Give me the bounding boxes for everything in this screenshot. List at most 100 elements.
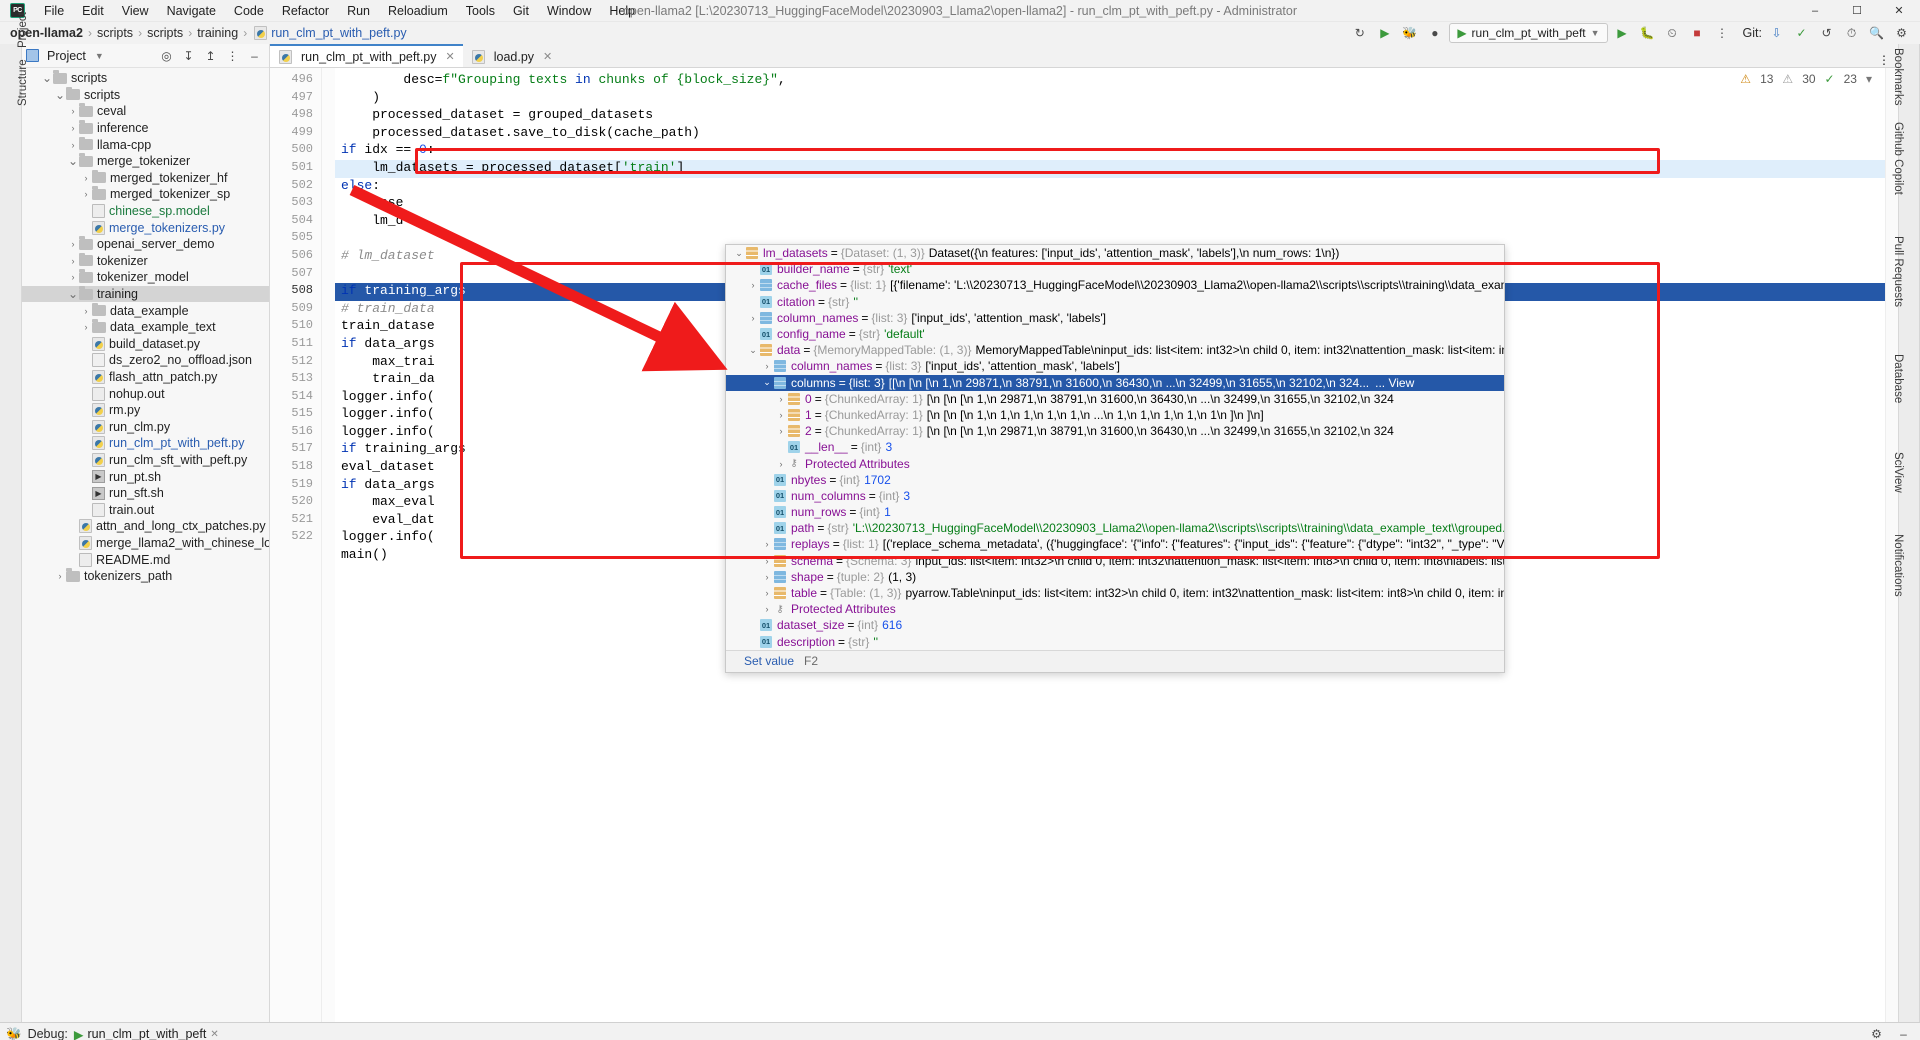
menu-reloadium[interactable]: Reloadium bbox=[379, 2, 457, 20]
code-line[interactable]: asse bbox=[335, 195, 1898, 213]
tree-item[interactable]: ⌄ training bbox=[22, 285, 269, 303]
rail-project-label[interactable]: Project bbox=[17, 12, 29, 48]
variable-row[interactable]: ⌄ data = {MemoryMappedTable: (1, 3)} MemoryM… bbox=[726, 342, 1504, 358]
menu-edit[interactable]: Edit bbox=[73, 2, 113, 20]
locate-file-icon[interactable]: ◎ bbox=[156, 46, 177, 66]
debug-config[interactable]: ▶ run_clm_pt_with_peft ✕ bbox=[74, 1027, 219, 1040]
variable-row[interactable]: 01 citation = {str} '' bbox=[726, 294, 1504, 310]
fold-marker[interactable] bbox=[322, 441, 335, 459]
menu-tools[interactable]: Tools bbox=[457, 2, 504, 20]
profile-button[interactable]: ⏲ bbox=[1662, 23, 1683, 43]
variable-row[interactable]: 01 nbytes = {int} 1702 bbox=[726, 472, 1504, 488]
fold-marker[interactable] bbox=[322, 178, 335, 196]
code-line[interactable]: if idx == 0: bbox=[335, 142, 1898, 160]
fold-marker[interactable] bbox=[322, 336, 335, 354]
tree-item[interactable]: run_clm_sft_with_peft.py bbox=[22, 452, 269, 469]
rail-pullrequests-label[interactable]: Pull Requests bbox=[1892, 236, 1904, 307]
code-folding-column[interactable] bbox=[322, 68, 335, 1022]
tree-item[interactable]: train.out bbox=[22, 501, 269, 518]
git-update-icon[interactable]: ⇩ bbox=[1766, 23, 1787, 43]
menu-navigate[interactable]: Navigate bbox=[158, 2, 225, 20]
variable-row[interactable]: › replays = {list: 1} [('replace_schema_meta… bbox=[726, 536, 1505, 552]
chevron-right-icon[interactable]: › bbox=[746, 313, 760, 323]
hide-panel-icon[interactable]: – bbox=[244, 46, 265, 66]
chevron-down-icon[interactable]: ⌄ bbox=[760, 377, 774, 388]
fold-marker[interactable] bbox=[322, 283, 335, 301]
chevron-right-icon[interactable]: › bbox=[80, 189, 92, 199]
chevron-right-icon[interactable]: › bbox=[67, 106, 79, 116]
tab-run-clm-pt-with-peft[interactable]: run_clm_pt_with_peft.py ✕ bbox=[270, 44, 463, 67]
debug-button[interactable]: 🐛 bbox=[1637, 23, 1658, 43]
tree-item[interactable]: ▶ run_pt.sh bbox=[22, 468, 269, 485]
close-button[interactable]: ✕ bbox=[1878, 0, 1920, 22]
tree-item[interactable]: merge_llama2_with_chinese_lora_low bbox=[22, 535, 269, 552]
fold-marker[interactable] bbox=[322, 213, 335, 231]
chevron-right-icon[interactable]: › bbox=[67, 272, 79, 282]
tree-item[interactable]: merge_tokenizers.py bbox=[22, 219, 269, 236]
tree-item[interactable]: › tokenizer bbox=[22, 252, 269, 270]
stop-button[interactable]: ■ bbox=[1687, 23, 1708, 43]
code-line[interactable]: lm_d bbox=[335, 213, 1898, 231]
rail-database-label[interactable]: Database bbox=[1892, 354, 1904, 403]
rail-notifications-label[interactable]: Notifications bbox=[1892, 534, 1904, 597]
project-tool-window[interactable]: Project ▼ ◎ ↧ ↥ ⋮ – ⌄ scripts ⌄ scripts › cev… bbox=[22, 44, 270, 1022]
left-tool-rail[interactable]: Project Structure bbox=[0, 12, 29, 1022]
code-line[interactable]: ) bbox=[335, 90, 1898, 108]
menu-refactor[interactable]: Refactor bbox=[273, 2, 338, 20]
tab-load-py[interactable]: load.py ✕ bbox=[463, 44, 561, 67]
tree-item[interactable]: › llama-cpp bbox=[22, 136, 269, 153]
chevron-right-icon[interactable]: › bbox=[80, 306, 92, 316]
close-icon[interactable]: ✕ bbox=[210, 1029, 218, 1040]
tree-item[interactable]: run_clm.py bbox=[22, 418, 269, 435]
breadcrumb-scripts-1[interactable]: scripts bbox=[97, 26, 133, 40]
hide-panel-icon[interactable]: – bbox=[1893, 1024, 1914, 1040]
variable-row[interactable]: 01 builder_name = {str}'text' bbox=[726, 261, 1504, 277]
variable-row[interactable]: › column_names = {list: 3} ['input_ids', 'at… bbox=[726, 310, 1504, 326]
tree-item[interactable]: ▶ run_sft.sh bbox=[22, 485, 269, 502]
fold-marker[interactable] bbox=[322, 547, 335, 565]
tree-item[interactable]: › merged_tokenizer_hf bbox=[22, 169, 269, 187]
variable-row[interactable]: ⌄ columns = {list: 3} [[\n [\n [\n 1,\n 2987… bbox=[726, 374, 1504, 391]
coverage-icon[interactable]: ● bbox=[1424, 23, 1445, 43]
variable-row[interactable]: ⌄ lm_datasets = {Dataset: (1, 3)} Dataset({\… bbox=[726, 245, 1504, 261]
set-value-bar[interactable]: Set value F2 bbox=[726, 649, 1504, 672]
settings-gear-icon[interactable]: ⚙ bbox=[1866, 1024, 1887, 1040]
chevron-right-icon[interactable]: › bbox=[67, 123, 79, 133]
tree-item[interactable]: › openai_server_demo bbox=[22, 236, 269, 253]
right-tool-rail[interactable]: Bookmarks Github Copilot Pull Requests D… bbox=[1892, 44, 1920, 1022]
debug-icon[interactable]: 🐝 bbox=[1399, 23, 1420, 43]
tree-item[interactable]: nohup.out bbox=[22, 385, 269, 402]
breadcrumb-file[interactable]: run_clm_pt_with_peft.py bbox=[271, 26, 407, 40]
tree-item[interactable]: README.md bbox=[22, 551, 269, 568]
tree-item[interactable]: › tokenizer_model bbox=[22, 269, 269, 286]
menu-run[interactable]: Run bbox=[338, 2, 379, 20]
variable-row[interactable]: › shape = {tuple: 2} (1, 3) bbox=[726, 569, 1504, 585]
run-button[interactable]: ▶ bbox=[1612, 23, 1633, 43]
maximize-button[interactable]: ☐ bbox=[1836, 0, 1878, 22]
menu-file[interactable]: File bbox=[35, 2, 73, 20]
project-panel-actions[interactable]: ◎ ↧ ↥ ⋮ – bbox=[156, 46, 265, 66]
more-actions-icon[interactable]: ⋮ bbox=[1712, 23, 1733, 43]
code-line[interactable]: lm_datasets = processed_dataset['train'] bbox=[335, 159, 1898, 178]
chevron-right-icon[interactable]: › bbox=[760, 556, 774, 566]
variable-row[interactable]: 01 config_name = {str}'default' bbox=[726, 326, 1504, 342]
variable-row[interactable]: › schema = {Schema: 3} input_ids: list<item:… bbox=[726, 553, 1505, 569]
chevron-right-icon[interactable]: › bbox=[67, 239, 79, 249]
variable-row[interactable]: 01 __len__ = {int} 3 bbox=[726, 439, 1504, 455]
fold-marker[interactable] bbox=[322, 266, 335, 284]
chevron-down-icon[interactable]: ⌄ bbox=[746, 345, 760, 356]
variable-row[interactable]: 01 description = {str} '' bbox=[726, 634, 1504, 650]
tree-item[interactable]: ⌄ scripts bbox=[22, 70, 269, 87]
chevron-right-icon[interactable]: › bbox=[760, 572, 774, 582]
tree-item[interactable]: rm.py bbox=[22, 402, 269, 419]
chevron-right-icon[interactable]: › bbox=[760, 588, 774, 598]
settings-gear-icon[interactable]: ⚙ bbox=[1891, 23, 1912, 43]
breadcrumb-training[interactable]: training bbox=[197, 26, 238, 40]
tree-item[interactable]: › inference bbox=[22, 120, 269, 137]
view-value-link[interactable]: ... View bbox=[1375, 376, 1414, 390]
main-menu[interactable]: File Edit View Navigate Code Refactor Ru… bbox=[35, 2, 644, 20]
search-everywhere-icon[interactable]: 🔍 bbox=[1866, 23, 1887, 43]
fold-marker[interactable] bbox=[322, 494, 335, 512]
code-editor[interactable]: 496 497 498 499 500 501 502 503 504 505 506 507 508 5… bbox=[270, 68, 1898, 1022]
fold-marker[interactable] bbox=[322, 72, 335, 90]
